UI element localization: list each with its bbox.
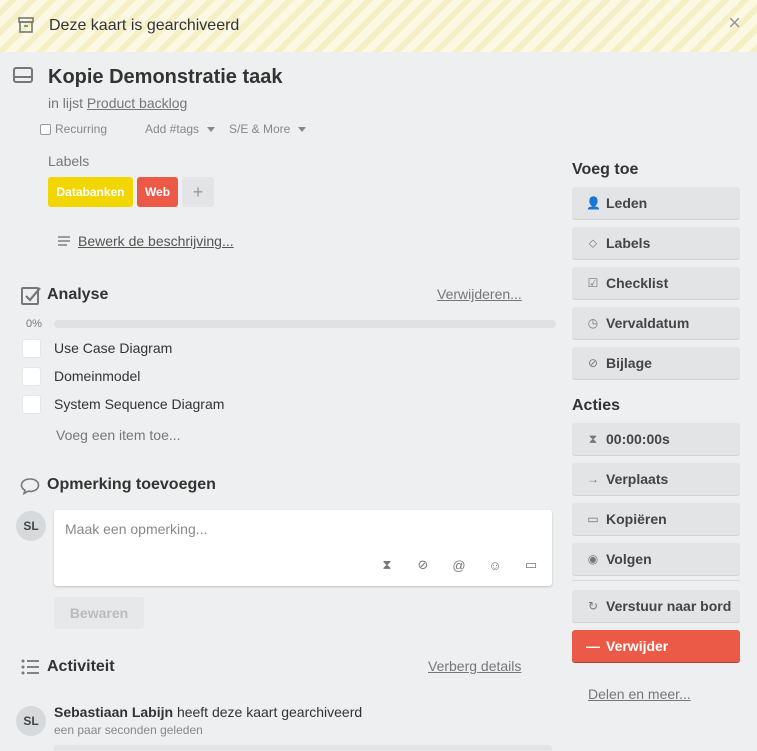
checklist-label: Checklist bbox=[606, 275, 669, 291]
activity-icon bbox=[21, 659, 39, 675]
add-checklist-item[interactable]: Voeg een item toe... bbox=[56, 427, 181, 443]
share-more-link[interactable]: Delen en meer... bbox=[588, 686, 691, 702]
avatar[interactable]: SL bbox=[16, 706, 46, 736]
label-databanken[interactable]: Databanken bbox=[48, 177, 133, 207]
edit-description[interactable]: Bewerk de beschrijving... bbox=[58, 233, 234, 249]
sidebar-divider bbox=[572, 580, 740, 581]
checklist-item-label[interactable]: Use Case Diagram bbox=[54, 340, 172, 356]
comment-placeholder: Maak een opmerking... bbox=[65, 521, 208, 537]
attachment-button[interactable]: ⊘ Bijlage bbox=[572, 347, 740, 379]
checklist-item-checkbox[interactable] bbox=[22, 366, 41, 386]
hourglass-icon: ⧗ bbox=[588, 431, 598, 446]
eye-icon: ◉ bbox=[587, 552, 599, 566]
copy-label: Kopiëren bbox=[606, 511, 667, 527]
members-button[interactable]: 👤 Leden bbox=[572, 187, 740, 219]
checklist-button[interactable]: ☑ Checklist bbox=[572, 267, 740, 299]
activity-time[interactable]: een paar seconden geleden bbox=[54, 723, 203, 737]
send-to-board-button[interactable]: ↻ Verstuur naar bord bbox=[572, 590, 740, 622]
activity-action: heeft deze kaart gearchiveerd bbox=[176, 704, 363, 720]
tag-icon: ⬦ bbox=[588, 235, 598, 250]
add-tags-dropdown[interactable]: Add #tags bbox=[145, 122, 216, 136]
arrow-right-icon: → bbox=[587, 472, 599, 486]
timer-button[interactable]: ⧗ 00:00:00s bbox=[572, 423, 740, 455]
checklist-item-checkbox[interactable] bbox=[22, 394, 41, 414]
due-date-button[interactable]: ◷ Vervaldatum bbox=[572, 307, 740, 339]
banner-text: Deze kaart is gearchiveerd bbox=[49, 17, 240, 34]
send-to-board-label: Verstuur naar bord bbox=[606, 598, 732, 614]
recurring-option[interactable]: Recurring bbox=[40, 122, 107, 136]
person-icon: 👤 bbox=[586, 196, 601, 210]
se-more-dropdown[interactable]: S/E & More bbox=[229, 122, 307, 136]
archived-banner: Deze kaart is gearchiveerd × bbox=[0, 0, 757, 52]
attachment-label: Bijlage bbox=[606, 355, 652, 371]
avatar[interactable]: SL bbox=[16, 511, 46, 541]
edit-description-label: Bewerk de beschrijving... bbox=[78, 233, 234, 249]
emoji-icon[interactable]: ☺ bbox=[488, 558, 502, 573]
add-heading: Voeg toe bbox=[572, 161, 639, 178]
delete-card-button[interactable]: — Verwijder bbox=[572, 630, 740, 662]
clock-icon: ◷ bbox=[587, 316, 599, 330]
add-comment-title: Opmerking toevoegen bbox=[47, 476, 216, 493]
labels-button[interactable]: ⬦ Labels bbox=[572, 227, 740, 259]
chevron-down-icon bbox=[298, 126, 307, 132]
move-label: Verplaats bbox=[606, 471, 669, 487]
checklist-item-label[interactable]: Domeinmodel bbox=[54, 368, 140, 384]
activity-next-entry bbox=[54, 745, 552, 751]
checkbox-icon: ☑ bbox=[587, 276, 599, 290]
move-button[interactable]: → Verplaats bbox=[572, 463, 740, 495]
checklist-percent: 0% bbox=[26, 318, 42, 330]
labels-label: Labels bbox=[606, 235, 651, 251]
paperclip-icon: ⊘ bbox=[587, 356, 599, 370]
card-icon[interactable]: ▭ bbox=[524, 557, 538, 572]
mention-icon[interactable]: @ bbox=[452, 558, 466, 573]
members-label: Leden bbox=[606, 195, 648, 211]
watch-label: Volgen bbox=[606, 551, 652, 567]
checklist-item-checkbox[interactable] bbox=[22, 338, 41, 358]
add-tags-label: Add #tags bbox=[145, 122, 200, 136]
checklist-item: System Sequence Diagram bbox=[22, 394, 224, 414]
card-icon: ▭ bbox=[587, 512, 599, 526]
due-date-label: Vervaldatum bbox=[606, 315, 690, 331]
comment-icon bbox=[20, 478, 40, 495]
save-comment-button[interactable]: Bewaren bbox=[54, 597, 144, 629]
in-list-prefix: in lijst bbox=[48, 95, 84, 111]
hourglass-icon[interactable]: ⧗ bbox=[380, 557, 394, 572]
add-label-button[interactable]: + bbox=[182, 177, 214, 207]
card-title[interactable]: Kopie Demonstratie taak bbox=[48, 66, 283, 89]
comment-toolbar: ⧗ ⊘ @ ☺ ▭ bbox=[380, 557, 538, 573]
chevron-down-icon bbox=[207, 126, 216, 132]
checklist-progress-bar bbox=[54, 320, 556, 328]
description-icon bbox=[58, 236, 70, 246]
activity-user[interactable]: Sebastiaan Labijn bbox=[54, 704, 173, 720]
recurring-checkbox[interactable] bbox=[40, 123, 51, 135]
label-web[interactable]: Web bbox=[137, 177, 178, 207]
watch-button[interactable]: ◉ Volgen bbox=[572, 543, 740, 575]
actions-heading: Acties bbox=[572, 397, 621, 414]
refresh-icon: ↻ bbox=[587, 599, 599, 613]
checklist-item: Domeinmodel bbox=[22, 366, 140, 386]
close-icon[interactable]: × bbox=[728, 12, 741, 34]
labels-heading: Labels bbox=[48, 153, 90, 169]
archive-icon bbox=[18, 17, 34, 33]
copy-button[interactable]: ▭ Kopiëren bbox=[572, 503, 740, 535]
hide-details-link[interactable]: Verberg details bbox=[428, 658, 521, 674]
se-more-label: S/E & More bbox=[229, 122, 291, 136]
activity-entry: Sebastiaan Labijn heeft deze kaart gearc… bbox=[54, 704, 362, 720]
list-link[interactable]: Product backlog bbox=[87, 95, 187, 111]
activity-title: Activiteit bbox=[47, 658, 115, 675]
minus-icon: — bbox=[586, 638, 600, 654]
card-icon bbox=[13, 67, 33, 83]
checklist-item-label[interactable]: System Sequence Diagram bbox=[54, 396, 224, 412]
checklist-icon bbox=[21, 287, 41, 305]
in-list: in lijst Product backlog bbox=[48, 95, 187, 111]
comment-input[interactable]: Maak een opmerking... ⧗ ⊘ @ ☺ ▭ bbox=[54, 510, 552, 586]
paperclip-icon[interactable]: ⊘ bbox=[416, 557, 430, 572]
recurring-label: Recurring bbox=[55, 122, 108, 136]
timer-label: 00:00:00s bbox=[606, 431, 670, 447]
checklist-title[interactable]: Analyse bbox=[47, 286, 108, 304]
delete-checklist-link[interactable]: Verwijderen... bbox=[437, 286, 522, 302]
delete-card-label: Verwijder bbox=[606, 638, 669, 654]
checklist-item: Use Case Diagram bbox=[22, 338, 172, 358]
